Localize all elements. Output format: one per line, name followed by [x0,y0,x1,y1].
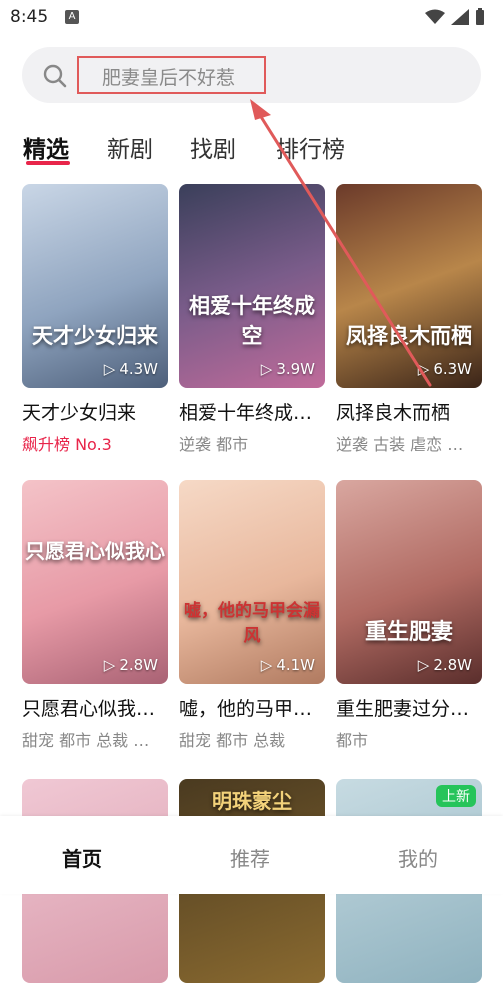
new-badge: 上新 [436,785,476,807]
play-icon: ▷ [417,360,430,378]
play-icon: ▷ [417,656,430,674]
poster-title: 相爱十年终成空 [189,294,315,348]
nav-mine[interactable]: 我的 [398,843,438,872]
tab-find[interactable]: 找剧 [190,130,236,164]
drama-title: 相爱十年终成… [179,402,313,424]
bottom-navigation: 首页 推荐 我的 [0,816,503,894]
drama-tags: 逆袭 都市 [179,435,249,454]
notification-a-icon: A [65,10,79,24]
signal-icon [451,9,469,25]
play-count: ▷ 3.9W [260,360,315,378]
drama-rank: 飙升榜 No.3 [22,435,112,454]
play-count: ▷ 4.1W [260,656,315,674]
nav-recommend[interactable]: 推荐 [230,843,270,872]
drama-poster[interactable]: 天才少女归来 ▷ 4.3W [22,184,168,388]
drama-tags: 逆袭 古装 虐恋 … [336,435,464,454]
annotation-highlight-box [77,56,266,94]
status-time: 8:45 [10,7,49,27]
wifi-icon [425,9,445,24]
drama-card[interactable]: 只愿君心似我心 ▷ 2.8W 只愿君心似我… 甜宠 都市 总裁 … [22,480,168,751]
drama-poster[interactable]: 相爱十年终成空 ▷ 3.9W [179,184,325,388]
drama-poster[interactable]: 只愿君心似我心 ▷ 2.8W [22,480,168,684]
drama-poster[interactable]: 重生肥妻 ▷ 2.8W [336,480,482,684]
status-bar: 8:45 A [0,0,503,36]
drama-title: 嘘，他的马甲… [179,698,313,720]
play-icon: ▷ [103,656,116,674]
battery-icon [476,8,484,25]
poster-title: 天才少女归来 [32,324,158,348]
drama-poster[interactable]: 凤择良木而栖 ▷ 6.3W [336,184,482,388]
poster-title: 只愿君心似我心 [25,539,165,563]
drama-poster[interactable]: 嘘，他的马甲会漏风 ▷ 4.1W [179,480,325,684]
poster-title: 凤择良木而栖 [346,324,472,348]
tab-active-indicator [26,161,70,165]
drama-tags: 甜宠 都市 总裁 [179,731,286,750]
play-icon: ▷ [103,360,116,378]
status-icons [425,8,485,26]
play-count: ▷ 6.3W [417,360,472,378]
drama-title: 重生肥妻过分… [336,698,470,720]
drama-card[interactable]: 凤择良木而栖 ▷ 6.3W 凤择良木而栖 逆袭 古装 虐恋 … [336,184,482,455]
drama-card[interactable]: 重生肥妻 ▷ 2.8W 重生肥妻过分… 都市 [336,480,482,751]
search-icon [43,64,67,88]
drama-title: 天才少女归来 [22,402,137,424]
play-icon: ▷ [260,360,273,378]
tab-ranking[interactable]: 排行榜 [276,130,345,164]
poster-title: 重生肥妻 [364,620,453,645]
drama-title: 只愿君心似我… [22,698,156,720]
drama-tags: 都市 [336,731,369,750]
play-count: ▷ 2.8W [417,656,472,674]
tab-featured[interactable]: 精选 [23,130,69,164]
drama-tags: 甜宠 都市 总裁 … [22,731,150,750]
play-icon: ▷ [260,656,273,674]
poster-title: 明珠蒙尘 [212,789,292,813]
poster-title: 嘘，他的马甲会漏风 [184,601,320,646]
play-count: ▷ 2.8W [103,656,158,674]
drama-card[interactable]: 相爱十年终成空 ▷ 3.9W 相爱十年终成… 逆袭 都市 [179,184,325,455]
drama-card[interactable]: 天才少女归来 ▷ 4.3W 天才少女归来 飙升榜 No.3 [22,184,168,455]
drama-card[interactable]: 嘘，他的马甲会漏风 ▷ 4.1W 嘘，他的马甲… 甜宠 都市 总裁 [179,480,325,751]
drama-title: 凤择良木而栖 [336,402,451,424]
play-count: ▷ 4.3W [103,360,158,378]
tab-new[interactable]: 新剧 [107,130,153,164]
nav-home[interactable]: 首页 [62,843,102,872]
